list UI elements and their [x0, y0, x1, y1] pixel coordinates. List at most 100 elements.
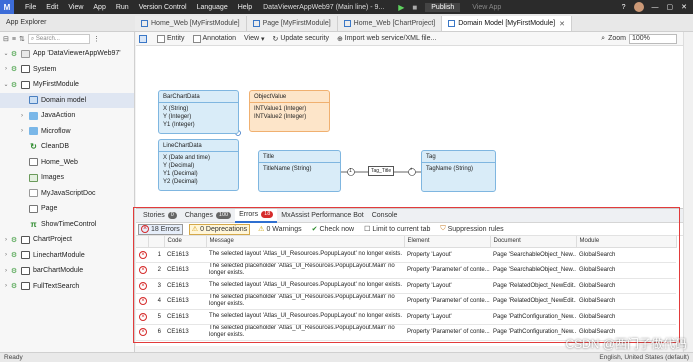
tab-errors[interactable]: Errors 18	[235, 208, 278, 223]
tab-console[interactable]: Console	[368, 209, 402, 223]
tab-mxassist[interactable]: MxAssist Performance Bot	[277, 209, 367, 223]
right-scrollbar[interactable]	[683, 32, 693, 352]
tab-home-web-chartproject[interactable]: Home_Web [ChartProject]	[337, 16, 443, 31]
association-multiplicity-left: 1	[349, 168, 352, 174]
tree-item-microflow[interactable]: › Microflow	[0, 124, 134, 140]
update-security-button[interactable]: ↻ Update security	[273, 35, 329, 43]
table-row[interactable]: × 4 CE1613 The selected placeholder 'Atlas_…	[136, 293, 676, 310]
domain-model-canvas[interactable]: 1 * Tag_Title BarChartData X (String) Y …	[136, 46, 683, 208]
chevron-right-icon[interactable]: ›	[2, 237, 10, 243]
menu-app[interactable]: App	[93, 4, 105, 11]
filter-icon[interactable]: ≡	[12, 36, 16, 43]
chevron-right-icon[interactable]: ›	[2, 268, 10, 274]
menu-edit[interactable]: Edit	[46, 4, 58, 11]
errors-panel: Stories 0 Changes 100 Errors 18 MxAssist Pe…	[136, 208, 683, 346]
entity-objectvalue[interactable]: ObjectValue INTValue1 (Integer) INTValue…	[249, 90, 330, 132]
column-header-document[interactable]: Document	[490, 236, 577, 248]
warning-icon: ⚠	[258, 226, 265, 233]
error-icon: ×	[139, 312, 147, 321]
entity-tag[interactable]: Tag TagName (String)	[421, 150, 496, 192]
cell-element: Property 'Layout'	[404, 247, 490, 263]
annotation-button[interactable]: Annotation	[192, 34, 236, 43]
search-input[interactable]: ⌕ Search...	[27, 34, 90, 44]
collapse-icon[interactable]: ⊟	[3, 35, 9, 43]
tree-item-fulltextsearch[interactable]: › ⚙ FullTextSearch	[0, 279, 134, 295]
tab-home-web-myfirstmodule[interactable]: Home_Web [MyFirstModule]	[135, 16, 247, 31]
errors-filter-button[interactable]: × 18 Errors	[138, 223, 183, 235]
chevron-right-icon[interactable]: ›	[2, 66, 10, 72]
column-header-code[interactable]: Code	[164, 236, 207, 248]
zoom-select[interactable]: 100%	[629, 33, 677, 44]
tree-item-cleandb[interactable]: ↻ CleanDB	[0, 139, 134, 155]
entity-button[interactable]: Entity	[157, 34, 185, 43]
menu-run[interactable]: Run	[116, 4, 129, 11]
chevron-right-icon[interactable]: ›	[18, 128, 26, 134]
minimize-icon[interactable]: —	[652, 4, 659, 11]
entity-icon	[157, 34, 165, 43]
column-header-element[interactable]: Element	[404, 236, 491, 248]
zoom-value: 100%	[632, 35, 650, 42]
tree-item-myfirstmodule[interactable]: ⌄ ⚙ MyFirstModule	[0, 77, 134, 93]
check-icon: ✔	[311, 226, 318, 233]
tree-item-home-web[interactable]: Home_Web	[0, 155, 134, 171]
check-now-button[interactable]: ✔ Check now	[310, 224, 357, 235]
entity-title-entity[interactable]: Title TitleName (String)	[258, 150, 341, 192]
menu-view[interactable]: View	[68, 4, 83, 11]
association-label[interactable]: Tag_Title	[368, 166, 395, 176]
chevron-right-icon[interactable]: ›	[2, 283, 10, 289]
menu-file[interactable]: File	[25, 4, 36, 11]
view-dropdown[interactable]: View ▾	[244, 35, 265, 43]
close-tab-icon[interactable]: ✕	[559, 20, 565, 28]
tree-item-chartproject[interactable]: › ⚙ ChartProject	[0, 232, 134, 248]
chevron-right-icon[interactable]: ›	[18, 113, 26, 119]
tree-item-javaaction[interactable]: › JavaAction	[0, 108, 134, 124]
tree-item-myjavascriptdoc[interactable]: MyJavaScriptDoc	[0, 186, 134, 202]
tree-item-page[interactable]: Page	[0, 201, 134, 217]
entity-barchartdata[interactable]: BarChartData X (String) Y (Integer) Y1 (…	[158, 90, 239, 134]
limit-to-tab-checkbox[interactable]: ☐ Limit to current tab	[362, 224, 432, 235]
sort-icon[interactable]: ⇅	[19, 35, 25, 43]
tab-page-myfirstmodule[interactable]: Page [MyFirstModule]	[246, 16, 338, 31]
stop-icon[interactable]: ■	[412, 3, 417, 12]
table-row[interactable]: × 3 CE1613 The selected layout 'Atlas_UI_Re…	[136, 278, 676, 294]
cell-msg: The selected layout 'Atlas_UI_Resources.…	[206, 247, 404, 263]
table-row[interactable]: × 1 CE1613 The selected layout 'Atlas_UI_Re…	[136, 247, 676, 263]
tree-item-domain-model[interactable]: Domain model	[0, 92, 134, 108]
import-button[interactable]: ⊕ Import web service/XML file...	[337, 35, 436, 43]
error-icon-cell: ×	[136, 309, 148, 325]
tree-item-barchartmodule[interactable]: › ⚙ barChartModule	[0, 263, 134, 279]
chevron-right-icon[interactable]: ›	[2, 252, 10, 258]
column-header-module[interactable]: Module	[576, 236, 677, 248]
tab-changes[interactable]: Changes 100	[181, 209, 235, 223]
tree-item-linechartmodule[interactable]: › ⚙ LinechartModule	[0, 248, 134, 264]
publish-button[interactable]: Publish	[425, 2, 461, 12]
menu-help[interactable]: Help	[238, 4, 252, 11]
entity-attribute: Y2 (Decimal)	[163, 179, 198, 185]
deprecations-filter-button[interactable]: ⚠ 0 Deprecations	[188, 223, 251, 235]
avatar[interactable]	[633, 2, 644, 12]
maximize-icon[interactable]: ▢	[667, 3, 674, 11]
tab-stories[interactable]: Stories 0	[139, 209, 181, 223]
view-app-button[interactable]: View App	[472, 4, 501, 11]
tree-item-app[interactable]: ⌄ ⚙ App 'DataViewerAppWeb97'	[0, 46, 134, 62]
tree-item-showtimecontrol[interactable]: π ShowTimeControl	[0, 217, 134, 233]
chevron-down-icon[interactable]: ⌄	[2, 81, 10, 88]
menu-language[interactable]: Language	[197, 4, 228, 11]
select-tool[interactable]	[139, 34, 149, 43]
tree-item-system[interactable]: › ⚙ System	[0, 62, 134, 78]
chevron-down-icon[interactable]: ⌄	[2, 50, 10, 57]
close-icon[interactable]: ✕	[681, 3, 687, 11]
help-icon[interactable]: ?	[622, 4, 626, 11]
entity-attribute: INTValue1 (Integer)	[254, 106, 307, 112]
table-row[interactable]: × 5 CE1613 The selected layout 'Atlas_UI_Re…	[136, 309, 676, 325]
tree-item-images[interactable]: Images	[0, 170, 134, 186]
tab-domain-model[interactable]: Domain Model [MyFirstModule] ✕	[442, 16, 572, 31]
entity-linechartdata[interactable]: LineChartData X (Date and time) Y (Decim…	[158, 139, 239, 191]
run-icon[interactable]: ▶	[398, 3, 404, 12]
suppression-rules-button[interactable]: ⛉ Suppression rules	[438, 224, 505, 235]
options-icon[interactable]: ⋮	[93, 35, 100, 43]
menu-version-control[interactable]: Version Control	[139, 4, 187, 11]
warnings-filter-button[interactable]: ⚠ 0 Warnings	[256, 224, 303, 235]
column-header-message[interactable]: Message	[206, 236, 405, 248]
table-row[interactable]: × 2 CE1613 The selected placeholder 'Atlas_…	[136, 262, 676, 279]
